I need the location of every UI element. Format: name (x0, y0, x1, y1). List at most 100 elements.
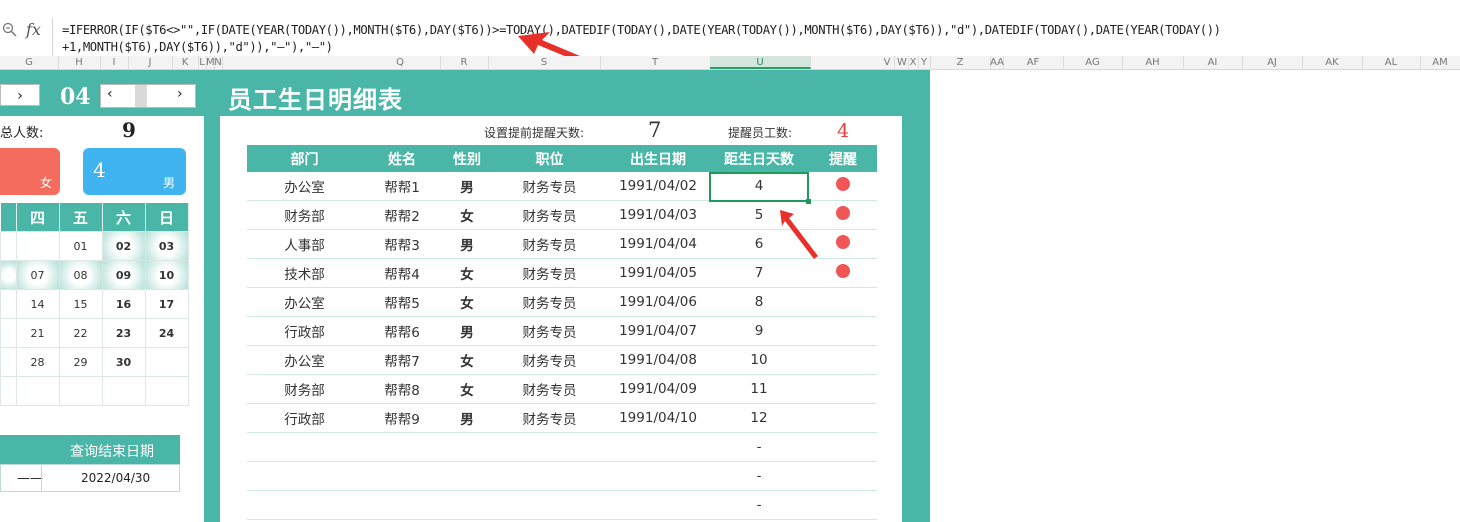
column-letter-g[interactable]: G (0, 56, 59, 69)
cell-name[interactable]: 帮帮2 (362, 200, 442, 230)
cell-pos[interactable]: 财务专员 (492, 229, 607, 259)
cell-pos[interactable]: 财务专员 (492, 258, 607, 288)
active-cell[interactable] (709, 172, 809, 202)
fill-handle[interactable] (806, 199, 811, 204)
cell-remind[interactable] (809, 432, 877, 462)
calendar-day[interactable] (144, 347, 189, 377)
cell-dept[interactable]: 财务部 (247, 374, 362, 404)
calendar-day[interactable] (101, 376, 146, 406)
cell-days[interactable]: 12 (709, 403, 809, 433)
query-start-value[interactable]: —— (17, 471, 43, 486)
cell-gender[interactable] (442, 490, 492, 520)
cell-remind[interactable] (809, 316, 877, 346)
column-letter-h[interactable]: H (58, 56, 101, 69)
cell-gender[interactable] (442, 432, 492, 462)
cell-birth[interactable]: 1991/04/05 (607, 258, 709, 288)
cell-birth[interactable]: 1991/04/09 (607, 374, 709, 404)
calendar-day[interactable]: 08 (58, 260, 103, 290)
calendar-day[interactable]: 29 (58, 347, 103, 377)
calendar-day[interactable]: 07 (15, 260, 60, 290)
calendar-day[interactable]: 23 (101, 318, 146, 348)
cell-dept[interactable]: 财务部 (247, 200, 362, 230)
cell-days[interactable]: - (709, 432, 809, 462)
column-letter-ak[interactable]: AK (1302, 56, 1363, 69)
cell-gender[interactable]: 女 (442, 200, 492, 230)
cell-dept[interactable]: 行政部 (247, 316, 362, 346)
column-letter-j[interactable]: J (128, 56, 173, 69)
cell-birth[interactable]: 1991/04/10 (607, 403, 709, 433)
cell-pos[interactable]: 财务专员 (492, 287, 607, 317)
cell-days[interactable]: - (709, 490, 809, 520)
cell-gender[interactable]: 男 (442, 316, 492, 346)
calendar-day[interactable]: 10 (144, 260, 189, 290)
cell-name[interactable]: 帮帮6 (362, 316, 442, 346)
cell-birth[interactable]: 1991/04/03 (607, 200, 709, 230)
cell-remind[interactable] (809, 461, 877, 491)
cell-pos[interactable] (492, 461, 607, 491)
column-letter-s[interactable]: S (488, 56, 601, 69)
cell-name[interactable]: 帮帮7 (362, 345, 442, 375)
cell-remind[interactable] (809, 374, 877, 404)
cell-remind[interactable] (809, 287, 877, 317)
cell-birth[interactable]: 1991/04/08 (607, 345, 709, 375)
cell-name[interactable]: 帮帮1 (362, 172, 442, 201)
query-end-value[interactable]: 2022/04/30 (81, 471, 150, 485)
cell-name[interactable] (362, 490, 442, 520)
calendar-day[interactable]: 02 (101, 231, 146, 261)
cell-dept[interactable]: 行政部 (247, 403, 362, 433)
calendar-day[interactable]: 14 (15, 289, 60, 319)
cell-dept[interactable] (247, 490, 362, 520)
cell-birth[interactable]: 1991/04/07 (607, 316, 709, 346)
cell-pos[interactable]: 财务专员 (492, 200, 607, 230)
cell-dept[interactable] (247, 461, 362, 491)
cell-gender[interactable] (442, 461, 492, 491)
cell-birth[interactable]: 1991/04/06 (607, 287, 709, 317)
column-letter-af[interactable]: AF (1003, 56, 1064, 69)
cell-birth[interactable] (607, 432, 709, 462)
calendar-day[interactable] (144, 376, 189, 406)
cell-pos[interactable]: 财务专员 (492, 172, 607, 201)
cell-pos[interactable]: 财务专员 (492, 374, 607, 404)
cell-name[interactable]: 帮帮8 (362, 374, 442, 404)
column-letter-q[interactable]: Q (360, 56, 441, 69)
column-letter-i[interactable]: I (100, 56, 129, 69)
advance-days-value[interactable]: 7 (648, 118, 661, 142)
calendar-day[interactable] (15, 231, 60, 261)
cell-pos[interactable]: 财务专员 (492, 403, 607, 433)
calendar-day[interactable]: 01 (58, 231, 103, 261)
cell-remind[interactable] (809, 345, 877, 375)
calendar-day[interactable]: 15 (58, 289, 103, 319)
month-stepper[interactable]: ‹ › (100, 84, 196, 108)
cell-days[interactable]: 10 (709, 345, 809, 375)
cell-dept[interactable]: 技术部 (247, 258, 362, 288)
fx-icon[interactable]: fx (26, 20, 41, 39)
cell-gender[interactable]: 男 (442, 229, 492, 259)
cell-birth[interactable]: 1991/04/04 (607, 229, 709, 259)
cell-days[interactable]: 7 (709, 258, 809, 288)
column-letter-ag[interactable]: AG (1063, 56, 1123, 69)
calendar-day[interactable]: 17 (144, 289, 189, 319)
cell-gender[interactable]: 女 (442, 287, 492, 317)
cell-days[interactable]: - (709, 461, 809, 491)
cell-dept[interactable]: 办公室 (247, 172, 362, 201)
cell-dept[interactable]: 办公室 (247, 345, 362, 375)
calendar-day[interactable]: 30 (101, 347, 146, 377)
calendar-day[interactable]: 16 (101, 289, 146, 319)
column-letter-z[interactable]: Z (930, 56, 991, 69)
cell-gender[interactable]: 男 (442, 172, 492, 201)
cell-gender[interactable]: 女 (442, 345, 492, 375)
column-letter-aj[interactable]: AJ (1242, 56, 1303, 69)
cell-days[interactable]: 9 (709, 316, 809, 346)
calendar-day[interactable]: 21 (15, 318, 60, 348)
cell-dept[interactable] (247, 432, 362, 462)
cell-pos[interactable] (492, 490, 607, 520)
cell-pos[interactable] (492, 432, 607, 462)
chevron-left-icon[interactable]: ‹ (107, 86, 113, 102)
cell-remind[interactable] (809, 258, 877, 288)
cell-pos[interactable]: 财务专员 (492, 316, 607, 346)
column-letter-k[interactable]: K (172, 56, 199, 69)
cell-gender[interactable]: 男 (442, 403, 492, 433)
cell-days[interactable]: 11 (709, 374, 809, 404)
cell-birth[interactable] (607, 461, 709, 491)
column-letter-al[interactable]: AL (1362, 56, 1421, 69)
